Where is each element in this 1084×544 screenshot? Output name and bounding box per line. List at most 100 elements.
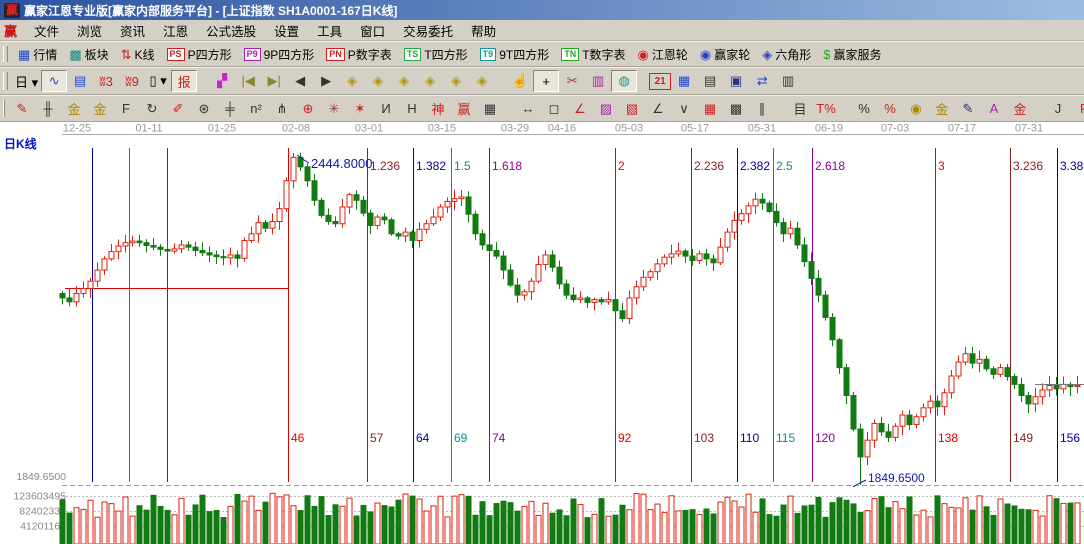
- chart-3-icon[interactable]: ʬ3: [93, 70, 119, 92]
- volume-bar: [228, 506, 233, 544]
- diamond-up-icon[interactable]: ◈: [391, 70, 417, 92]
- gold-section-v-icon[interactable]: 金: [87, 98, 113, 120]
- pan-hand-icon[interactable]: ☝: [507, 70, 533, 92]
- time-ruler-icon[interactable]: ╪: [217, 98, 243, 120]
- toolbar-grip[interactable]: [3, 72, 8, 90]
- period-day-dropdown-icon[interactable]: 日 ▾: [12, 70, 41, 92]
- draw-pen-icon[interactable]: ✎: [9, 98, 35, 120]
- menu-item-8[interactable]: 窗口: [351, 19, 394, 42]
- info-document-icon[interactable]: ▤: [67, 70, 93, 92]
- erase-drawing-icon[interactable]: ✂: [559, 70, 585, 92]
- shen-lines-icon[interactable]: 神: [425, 98, 451, 120]
- smart-analysis-icon[interactable]: ◍: [611, 70, 637, 92]
- gann-ratio-label: 1.618: [492, 159, 522, 173]
- percent-lines-icon[interactable]: %: [851, 98, 877, 120]
- winner-wheel-button[interactable]: ◉赢家轮: [694, 44, 756, 65]
- menu-item-5[interactable]: 公式选股: [197, 19, 265, 42]
- menu-item-2[interactable]: 浏览: [68, 19, 111, 42]
- measure-width-icon[interactable]: ↔: [515, 98, 541, 120]
- save-floppy-icon[interactable]: ▣: [723, 70, 749, 92]
- gann-grid-icon[interactable]: ╫: [35, 98, 61, 120]
- wave-h-icon[interactable]: Н: [399, 98, 425, 120]
- menu-item-1[interactable]: 文件: [25, 19, 68, 42]
- box-fan-icon[interactable]: ▧: [619, 98, 645, 120]
- menu-item-3[interactable]: 资讯: [111, 19, 154, 42]
- gann-wheel-button[interactable]: ◉江恩轮: [632, 44, 694, 65]
- diamond-down-icon[interactable]: ◈: [417, 70, 443, 92]
- chart-9-icon[interactable]: ʬ9: [119, 70, 145, 92]
- winner-service-button[interactable]: $赢家服务: [817, 44, 887, 65]
- angle-fan-icon[interactable]: ⋔: [269, 98, 295, 120]
- angle-line-icon[interactable]: ∠: [645, 98, 671, 120]
- menu-item-10[interactable]: 帮助: [462, 19, 505, 42]
- percent-lines-red-icon[interactable]: %: [877, 98, 903, 120]
- spider-web-icon[interactable]: ✶: [347, 98, 373, 120]
- box-tool-icon[interactable]: ◻: [541, 98, 567, 120]
- toolbar-grip[interactable]: [3, 100, 5, 118]
- wave-n-icon[interactable]: И: [373, 98, 399, 120]
- kline-chart[interactable]: 12-2501-1101-2502-0803-0103-1503-2904-16…: [0, 122, 1084, 544]
- pen-2-icon[interactable]: ✎: [955, 98, 981, 120]
- 9t-square-button[interactable]: T99T四方形: [474, 44, 556, 65]
- net-update-icon[interactable]: ⇄: [749, 70, 775, 92]
- menu-item-9[interactable]: 交易委托: [394, 19, 462, 42]
- quotes-button[interactable]: ▦行情: [12, 44, 63, 65]
- diamond-left-icon[interactable]: ◈: [339, 70, 365, 92]
- v-lines-icon[interactable]: ∨: [671, 98, 697, 120]
- gann-star-icon[interactable]: ✳: [321, 98, 347, 120]
- p-number-table-button[interactable]: PNP数字表: [320, 44, 398, 65]
- pen-measure-icon[interactable]: ✐: [165, 98, 191, 120]
- menu-item-4[interactable]: 江恩: [154, 19, 197, 42]
- clipboard-icon[interactable]: ▥: [585, 70, 611, 92]
- menu-item-6[interactable]: 设置: [265, 19, 308, 42]
- box-diagonal-icon[interactable]: ▨: [593, 98, 619, 120]
- diamond-all-icon[interactable]: ◈: [469, 70, 495, 92]
- p-square-button[interactable]: PSP四方形: [161, 44, 238, 65]
- wave-chart-icon[interactable]: ∿: [41, 70, 67, 92]
- toolbar-grip[interactable]: [3, 46, 8, 63]
- t-percent-icon[interactable]: T%: [813, 98, 839, 120]
- candle-body: [844, 368, 849, 396]
- f-angle-icon[interactable]: F: [1071, 98, 1084, 120]
- next-bar-icon[interactable]: ▶: [313, 70, 339, 92]
- news-report-icon[interactable]: 报: [171, 70, 197, 92]
- fibonacci-lines-icon[interactable]: F: [113, 98, 139, 120]
- prev-bar-icon[interactable]: ◀: [287, 70, 313, 92]
- gann-fan-icon[interactable]: ∠: [567, 98, 593, 120]
- last-page-icon[interactable]: ▶|: [261, 70, 287, 92]
- timeshare-chart-icon[interactable]: ▞: [209, 70, 235, 92]
- channel-lines-icon[interactable]: 目: [787, 98, 813, 120]
- 9p-square-button[interactable]: P99P四方形: [238, 44, 321, 65]
- parallel-lines-icon[interactable]: ∥: [749, 98, 775, 120]
- printer-icon[interactable]: ▥: [775, 70, 801, 92]
- ying-lines-icon[interactable]: 赢: [451, 98, 477, 120]
- cycle-arc-icon[interactable]: ↻: [139, 98, 165, 120]
- first-page-icon[interactable]: |◀: [235, 70, 261, 92]
- sectors-button[interactable]: ▩板块: [63, 44, 114, 65]
- gold-section-h-icon[interactable]: 金: [61, 98, 87, 120]
- gann-circle-icon[interactable]: ⊛: [191, 98, 217, 120]
- j-angle-icon[interactable]: J: [1045, 98, 1071, 120]
- square-of-nine-icon[interactable]: n²: [243, 98, 269, 120]
- price-table-123-icon[interactable]: ▦: [477, 98, 503, 120]
- golden-lines-2-icon[interactable]: 金: [929, 98, 955, 120]
- wave-a-icon[interactable]: A: [981, 98, 1007, 120]
- notebook-icon[interactable]: ▤: [697, 70, 723, 92]
- diag-grid-icon[interactable]: ▩: [723, 98, 749, 120]
- kline-button[interactable]: ⇅K线: [115, 44, 161, 65]
- volume-bar: [746, 494, 751, 544]
- calculator-icon[interactable]: ▦: [671, 70, 697, 92]
- t-number-table-button[interactable]: TNT数字表: [555, 44, 631, 65]
- red-grid-icon[interactable]: ▦: [697, 98, 723, 120]
- golden-circle-icon[interactable]: ◉: [903, 98, 929, 120]
- circle-crosshair-icon[interactable]: ⊕: [295, 98, 321, 120]
- calendar-21-icon[interactable]: 21: [649, 73, 671, 90]
- diamond-expand-icon[interactable]: ◈: [443, 70, 469, 92]
- menu-item-7[interactable]: 工具: [308, 19, 351, 42]
- single-candle-dropdown-icon[interactable]: ▯ ▾: [145, 70, 171, 92]
- crosshair-icon[interactable]: +: [533, 70, 559, 92]
- gold-red-lines-icon[interactable]: 金: [1007, 98, 1033, 120]
- diamond-right-icon[interactable]: ◈: [365, 70, 391, 92]
- hexagon-button[interactable]: ◈六角形: [756, 44, 817, 65]
- t-square-button[interactable]: TST四方形: [398, 44, 474, 65]
